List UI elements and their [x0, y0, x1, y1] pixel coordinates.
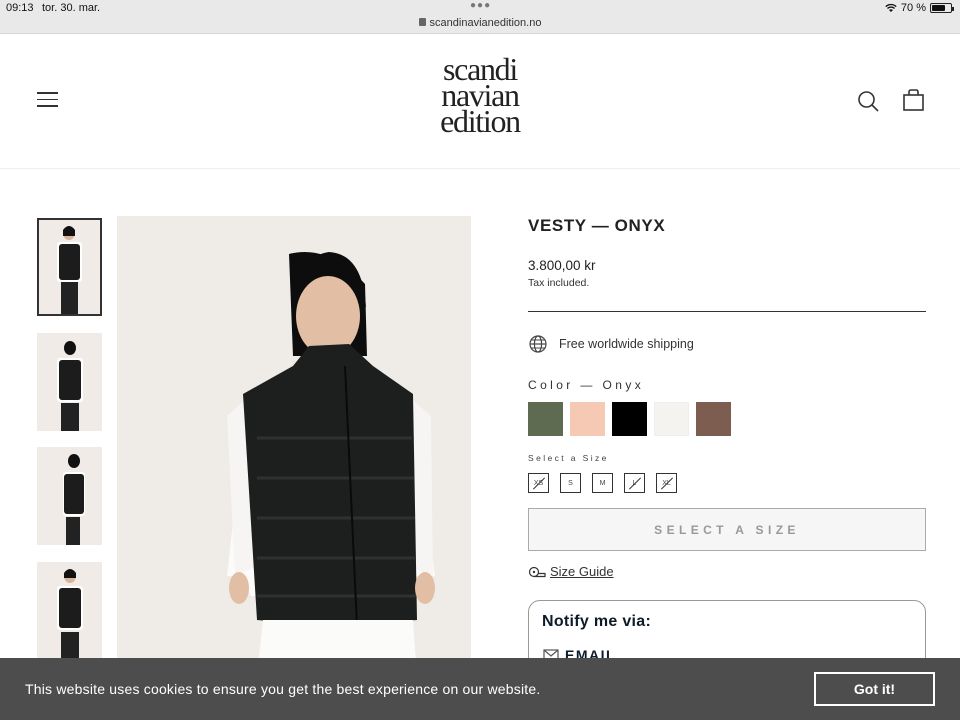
cookie-text: This website uses cookies to ensure you …: [25, 681, 541, 697]
size-option-l[interactable]: L: [624, 473, 645, 493]
site-header: scandi navian edition: [0, 34, 960, 169]
main-product-image[interactable]: [117, 216, 471, 676]
status-time: 09:13: [6, 2, 34, 14]
product-info: VESTY — ONYX 3.800,00 kr Tax included. F…: [528, 216, 926, 710]
size-option-s[interactable]: S: [560, 473, 581, 493]
product-price: 3.800,00 kr: [528, 258, 596, 273]
model-back-image: [37, 333, 102, 431]
model-wearing-vest-image: [117, 216, 471, 676]
model-detail-image: [37, 562, 102, 660]
wifi-icon: [885, 3, 897, 12]
color-label: Color — Onyx: [528, 378, 645, 392]
globe-icon: [529, 335, 547, 353]
product-thumbnail-side[interactable]: [37, 447, 102, 545]
site-logo[interactable]: scandi navian edition: [420, 53, 540, 139]
hamburger-menu-icon[interactable]: [37, 92, 58, 107]
battery-percent: 70 %: [900, 2, 926, 14]
product-thumbnail-back[interactable]: [37, 333, 102, 431]
notify-title: Notify me via:: [542, 613, 652, 630]
shipping-text: Free worldwide shipping: [559, 337, 694, 351]
size-option-m[interactable]: M: [592, 473, 613, 493]
product-title: VESTY — ONYX: [528, 216, 666, 235]
cookie-banner: This website uses cookies to ensure you …: [0, 658, 960, 720]
color-swatch-olive[interactable]: [528, 402, 563, 436]
divider: [528, 311, 926, 312]
color-swatch-white[interactable]: [654, 402, 689, 436]
model-front-image: [39, 220, 100, 314]
search-icon[interactable]: [857, 90, 879, 112]
size-option-xl[interactable]: XL: [656, 473, 677, 493]
address-bar[interactable]: scandinavianedition.no: [0, 17, 960, 29]
select-size-button[interactable]: SELECT A SIZE: [528, 508, 926, 551]
size-options: XS S M L XL: [528, 473, 677, 493]
shopping-bag-icon[interactable]: [903, 89, 924, 111]
product-thumbnail-detail[interactable]: [37, 562, 102, 660]
logo-line: edition: [440, 103, 521, 139]
accept-cookies-button[interactable]: Got it!: [814, 672, 935, 706]
tax-note: Tax included.: [528, 277, 590, 289]
battery-fill: [932, 5, 945, 11]
tape-measure-icon: [528, 566, 546, 577]
url-text: scandinavianedition.no: [429, 17, 542, 29]
size-label: Select a Size: [528, 453, 609, 463]
model-side-image: [37, 447, 102, 545]
more-dots-icon[interactable]: ●●●: [470, 0, 491, 11]
color-swatch-peach[interactable]: [570, 402, 605, 436]
battery-icon: [930, 3, 954, 13]
size-guide-link[interactable]: Size Guide: [550, 564, 614, 579]
lock-icon: [418, 18, 426, 26]
browser-status-bar: 09:13 tor. 30. mar. ●●● scandinavianedit…: [0, 0, 960, 34]
size-option-xs[interactable]: XS: [528, 473, 549, 493]
color-swatches: [528, 402, 731, 436]
status-indicators: 70 %: [885, 2, 954, 14]
status-date: tor. 30. mar.: [42, 2, 101, 14]
size-guide[interactable]: Size Guide: [528, 564, 614, 579]
color-swatch-brown[interactable]: [696, 402, 731, 436]
color-swatch-onyx[interactable]: [612, 402, 647, 436]
product-thumbnail-front[interactable]: [37, 218, 102, 316]
shipping-info: Free worldwide shipping: [528, 334, 694, 354]
